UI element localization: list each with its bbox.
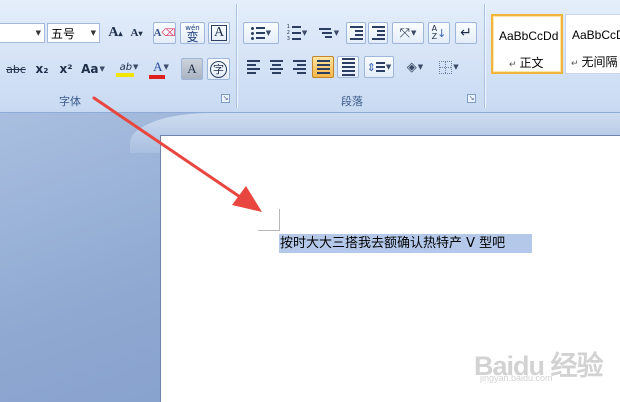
watermark-url: jingyan.baidu.com: [480, 373, 553, 383]
baidu-watermark: Baidu 经验 jingyan.baidu.com: [474, 340, 620, 385]
